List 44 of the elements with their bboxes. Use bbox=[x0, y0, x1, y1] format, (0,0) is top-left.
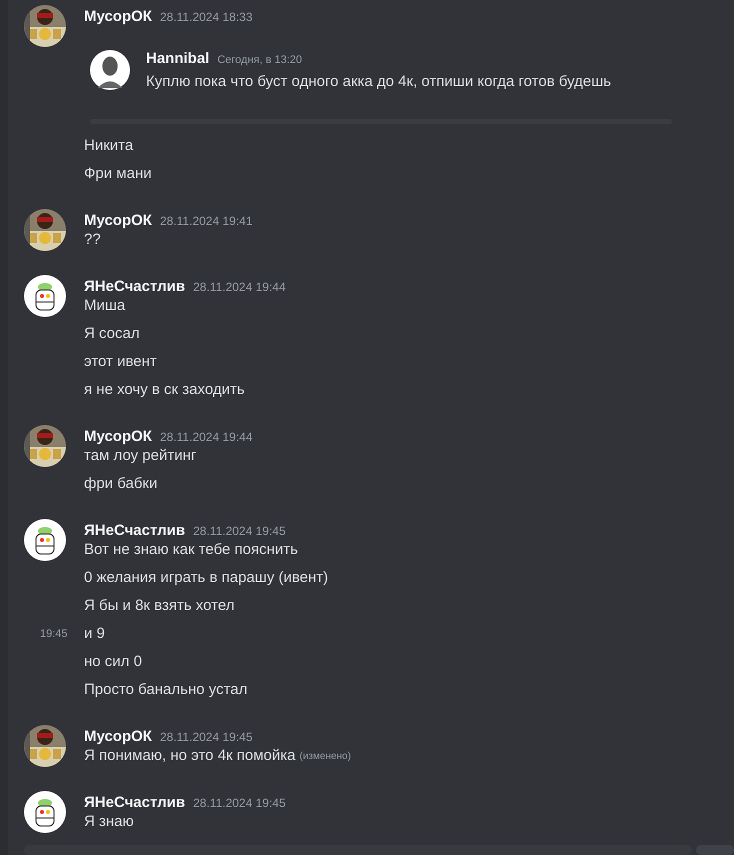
message-text: Вот не знаю как тебе пояснить bbox=[84, 540, 298, 560]
avatar[interactable] bbox=[24, 791, 66, 833]
message-text: фри бабки bbox=[84, 474, 158, 494]
message-text: Никита bbox=[84, 136, 134, 156]
timestamp: 28.11.2024 19:41 bbox=[160, 213, 252, 230]
author-name[interactable]: ЯНеСчастлив bbox=[84, 278, 186, 296]
avatar[interactable] bbox=[24, 519, 66, 561]
message-text: Я понимаю, но это 4к помойка bbox=[84, 746, 296, 766]
timestamp: 28.11.2024 19:44 bbox=[193, 279, 286, 296]
message-text: 0 желания играть в парашу (ивент) bbox=[84, 568, 328, 588]
message-text: там лоу рейтинг bbox=[84, 446, 196, 466]
author-name[interactable]: ЯНеСчастлив bbox=[84, 794, 186, 812]
avatar[interactable] bbox=[24, 5, 66, 47]
message-text: Я знаю bbox=[84, 812, 134, 832]
author-name[interactable]: МусорОК bbox=[84, 428, 152, 446]
message-text: я не хочу в ск заходить bbox=[84, 380, 245, 400]
timestamp: 28.11.2024 19:45 bbox=[193, 795, 286, 812]
message-text: Я сосал bbox=[84, 324, 140, 344]
message-text: Фри мани bbox=[84, 164, 152, 184]
timestamp: 28.11.2024 19:45 bbox=[160, 729, 252, 746]
avatar[interactable] bbox=[24, 275, 66, 317]
timestamp: Сегодня, в 13:20 bbox=[217, 53, 302, 68]
author-name[interactable]: МусорОК bbox=[84, 212, 152, 230]
message-text: ?? bbox=[84, 230, 101, 250]
author-name[interactable]: Hannibal bbox=[146, 50, 210, 68]
message-text: Просто банально устал bbox=[84, 680, 248, 700]
message-text: этот ивент bbox=[84, 352, 157, 372]
author-name[interactable]: МусорОК bbox=[84, 728, 152, 746]
message-text: Миша bbox=[84, 296, 126, 316]
author-name[interactable]: МусорОК bbox=[84, 8, 152, 26]
message-text: но сил 0 bbox=[84, 652, 142, 672]
hover-timestamp: 19:45 bbox=[40, 626, 68, 642]
avatar[interactable] bbox=[24, 725, 66, 767]
forwarded-message-text: Куплю пока что буст одного акка до 4к, отпиши когда готов будешь bbox=[146, 72, 612, 92]
message-text: и 9 bbox=[84, 624, 105, 644]
avatar[interactable] bbox=[90, 50, 130, 90]
edited-label: (изменено) bbox=[300, 750, 351, 764]
timestamp: 28.11.2024 19:45 bbox=[193, 523, 286, 540]
avatar[interactable] bbox=[24, 209, 66, 251]
timestamp: 28.11.2024 19:44 bbox=[160, 429, 252, 446]
avatar[interactable] bbox=[24, 425, 66, 467]
timestamp: 28.11.2024 18:33 bbox=[160, 9, 252, 26]
author-name[interactable]: ЯНеСчастлив bbox=[84, 522, 186, 540]
message-text: Я бы и 8к взять хотел bbox=[84, 596, 234, 616]
